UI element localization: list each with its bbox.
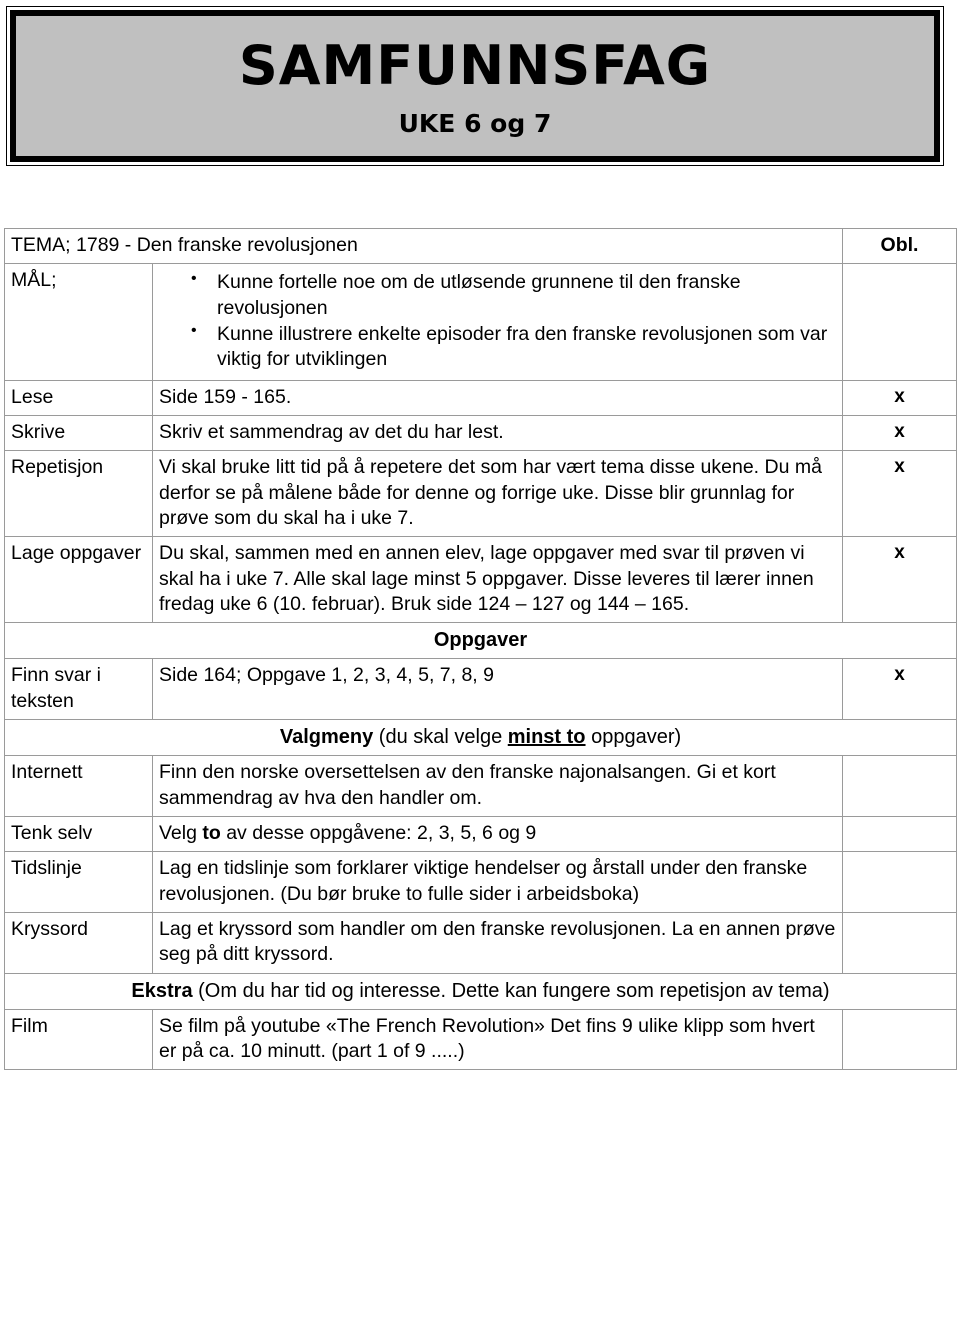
ekstra-text: (Om du har tid og interesse. Dette kan f… [192,979,830,1002]
row-body-mal: Kunne fortelle noe om de utløsende grunn… [152,263,843,381]
table-row-band-oppgaver: Oppgaver [4,622,957,660]
row-body-repetisjon: Vi skal bruke litt tid på å repetere det… [152,450,843,538]
worksheet-page: SAMFUNNSFAG UKE 6 og 7 TEMA; 1789 - Den … [0,0,960,1324]
table-row-lese: Lese Side 159 - 165. x [4,379,957,417]
table-row-tema: TEMA; 1789 - Den franske revolusjonen Ob… [4,227,957,265]
obl-column-header: Obl. [842,227,957,265]
row-body-tidslinje: Lag en tidslinje som forklarer viktige h… [152,851,843,913]
row-obl-kryssord [842,911,957,974]
table-row-internett: Internett Finn den norske oversettelsen … [4,755,957,817]
section-header-ekstra-label: Ekstra [131,979,193,1002]
plan-table: TEMA; 1789 - Den franske revolusjonen Ob… [4,227,957,1071]
row-label-tenk-selv: Tenk selv [4,815,153,853]
row-obl-finn-svar: x [842,658,957,721]
row-obl-film [842,1008,957,1071]
row-obl-tenk-selv [842,815,957,853]
section-header-valgmeny-label: Valgmeny [279,726,374,749]
table-row-film: Film Se film på youtube «The French Revo… [4,1008,957,1071]
row-label-tidslinje: Tidslinje [4,851,153,913]
row-body-lage-oppgaver: Du skal, sammen med en annen elev, lage … [152,536,843,624]
row-label-internett: Internett [4,755,153,817]
table-row-lage-oppgaver: Lage oppgaver Du skal, sammen med en ann… [4,536,957,624]
goal-item: Kunne illustrere enkelte episoder fra de… [191,321,836,373]
section-header-oppgaver-label: Oppgaver [433,629,528,652]
row-body-lese: Side 159 - 165. [152,379,843,417]
row-label-film: Film [4,1008,153,1071]
page-title: SAMFUNNSFAG [238,33,712,97]
row-obl-repetisjon: x [842,450,957,538]
table-row-tenk-selv: Tenk selv Velg to av desse oppgåvene: 2,… [4,815,957,853]
goals-list: Kunne fortelle noe om de utløsende grunn… [159,269,836,373]
row-obl-skrive: x [842,415,957,452]
row-label-mal: MÅL; [4,263,153,381]
section-header-ekstra: Ekstra (Om du har tid og interesse. Dett… [4,972,957,1010]
row-body-finn-svar: Side 164; Oppgave 1, 2, 3, 4, 5, 7, 8, 9 [152,658,843,721]
title-banner: SAMFUNNSFAG UKE 6 og 7 [6,6,944,166]
row-label-skrive: Skrive [4,415,153,452]
row-label-lese: Lese [4,379,153,417]
plan-table-wrapper: TEMA; 1789 - Den franske revolusjonen Ob… [4,227,957,1071]
row-obl-mal [842,263,957,381]
goal-item: Kunne fortelle noe om de utløsende grunn… [191,269,836,321]
row-label-repetisjon: Repetisjon [4,450,153,538]
row-label-kryssord: Kryssord [4,911,153,974]
tema-label: TEMA; 1789 - Den franske revolusjonen [4,227,843,265]
tenk-selv-text-after: av desse oppgåvene: 2, 3, 5, 6 og 9 [220,821,537,844]
section-header-valgmeny: Valgmeny (du skal velge minst to oppgave… [4,719,957,757]
tenk-selv-text-before: Velg [159,821,203,844]
row-body-skrive: Skriv et sammendrag av det du har lest. [152,415,843,452]
row-body-tenk-selv: Velg to av desse oppgåvene: 2, 3, 5, 6 o… [152,815,843,853]
valgmeny-text-before: (du skal velge [373,726,508,749]
table-row-band-ekstra: Ekstra (Om du har tid og interesse. Dett… [4,972,957,1010]
row-body-film: Se film på youtube «The French Revolutio… [152,1008,843,1071]
row-body-internett: Finn den norske oversettelsen av den fra… [152,755,843,817]
row-obl-lese: x [842,379,957,417]
table-row-band-valgmeny: Valgmeny (du skal velge minst to oppgave… [4,719,957,757]
table-row-kryssord: Kryssord Lag et kryssord som handler om … [4,911,957,974]
row-obl-lage-oppgaver: x [842,536,957,624]
table-row-skrive: Skrive Skriv et sammendrag av det du har… [4,415,957,452]
table-row-finn-svar: Finn svar i teksten Side 164; Oppgave 1,… [4,658,957,721]
table-row-tidslinje: Tidslinje Lag en tidslinje som forklarer… [4,851,957,913]
tenk-selv-emphasis: to [202,821,221,844]
title-banner-inner: SAMFUNNSFAG UKE 6 og 7 [10,10,940,162]
section-header-oppgaver: Oppgaver [4,622,957,660]
row-obl-internett [842,755,957,817]
row-label-lage-oppgaver: Lage oppgaver [4,536,153,624]
table-row-mal: MÅL; Kunne fortelle noe om de utløsende … [4,263,957,381]
row-obl-tidslinje [842,851,957,913]
table-row-repetisjon: Repetisjon Vi skal bruke litt tid på å r… [4,450,957,538]
valgmeny-text-after: oppgaver) [585,726,682,749]
page-subtitle: UKE 6 og 7 [398,108,552,138]
row-label-finn-svar: Finn svar i teksten [4,658,153,721]
valgmeny-emphasis: minst to [507,726,586,749]
row-body-kryssord: Lag et kryssord som handler om den frans… [152,911,843,974]
